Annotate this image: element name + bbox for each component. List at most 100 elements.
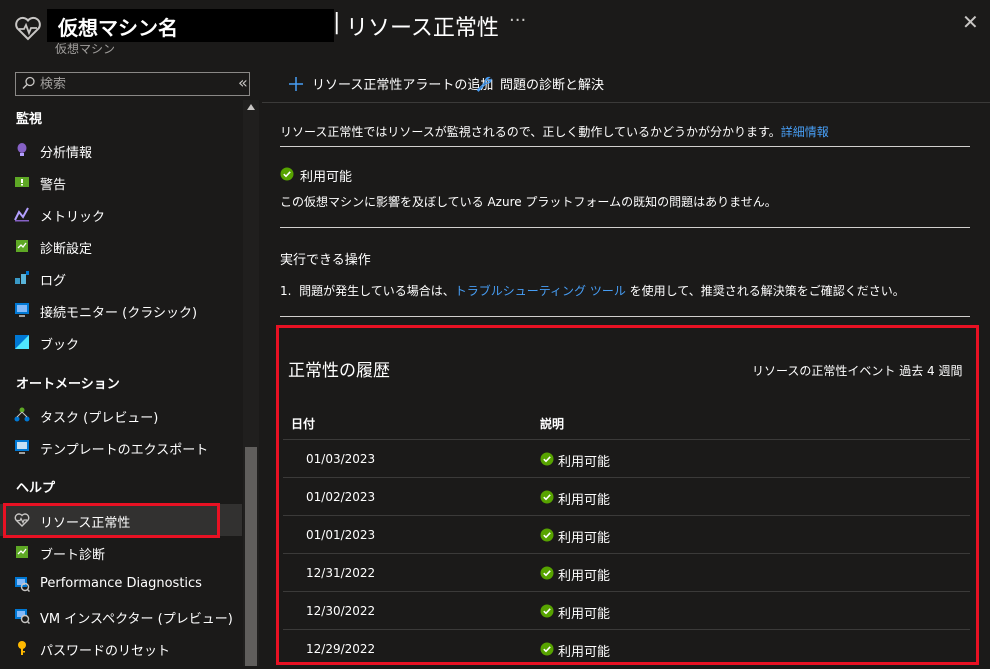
action-item: 1. 問題が発生している場合は、トラブルシューティング ツール を使用して、推奨… xyxy=(280,282,905,299)
wrench-icon xyxy=(476,76,492,92)
action-suffix: を使用して、推奨される解決策をご確認ください。 xyxy=(625,284,905,298)
boot-diagnostics-icon xyxy=(16,546,28,558)
scroll-up-arrow-icon[interactable] xyxy=(247,104,255,110)
workbook-icon xyxy=(15,335,29,349)
row-status: 利用可能 xyxy=(558,645,611,660)
vm-name: 仮想マシン名 xyxy=(58,16,178,40)
collapse-sidebar-button[interactable]: « xyxy=(238,73,248,92)
search-input[interactable] xyxy=(40,74,240,94)
resource-health-icon xyxy=(15,16,41,41)
available-check-icon xyxy=(540,642,554,656)
vm-inspector-icon xyxy=(15,609,30,624)
page-title: リソース正常性 xyxy=(346,16,499,41)
sidebar-item-reset-password[interactable]: パスワードのリセット xyxy=(0,632,242,664)
action-prefix: 1. 問題が発生している場合は、 xyxy=(280,284,455,298)
sidebar-item-label: メトリック xyxy=(40,210,106,225)
sidebar-item-alerts[interactable]: 警告 xyxy=(0,166,242,198)
sidebar-item-performance-diagnostics[interactable]: Performance Diagnostics xyxy=(0,568,242,600)
actions-title: 実行できる操作 xyxy=(280,253,371,268)
sidebar-item-label: テンプレートのエクスポート xyxy=(40,443,209,458)
section-automation-header: オートメーション xyxy=(16,377,120,392)
troubleshooting-tools-link[interactable]: トラブルシューティング ツール xyxy=(455,284,626,298)
sidebar-item-label: ブート診断 xyxy=(40,548,106,563)
sidebar-item-label: 接続モニター (クラシック) xyxy=(40,306,198,321)
intro-text: リソース正常性ではリソースが監視されるので、正しく動作しているかどうかが分かりま… xyxy=(280,123,829,140)
row-divider xyxy=(283,477,970,478)
row-divider xyxy=(283,439,970,440)
table-row[interactable]: 01/02/2023 利用可能 xyxy=(283,479,970,517)
sidebar-item-label: Performance Diagnostics xyxy=(40,576,202,591)
available-check-icon xyxy=(540,490,554,504)
diagnose-and-solve-label: 問題の診断と解決 xyxy=(500,78,605,93)
add-health-alert-button[interactable]: リソース正常性アラートの追加 xyxy=(288,74,493,93)
logs-icon xyxy=(15,271,29,284)
health-history-title: 正常性の履歴 xyxy=(288,361,390,381)
more-options-button[interactable]: ··· xyxy=(509,10,526,31)
current-status: 利用可能 xyxy=(300,170,353,185)
divider xyxy=(280,146,970,147)
toolbar-divider xyxy=(262,102,990,103)
tasks-icon xyxy=(14,407,30,422)
sidebar-item-vm-inspector[interactable]: VM インスペクター (プレビュー) xyxy=(0,600,242,632)
row-divider xyxy=(283,553,970,554)
add-health-alert-label: リソース正常性アラートの追加 xyxy=(312,78,494,93)
row-date: 12/31/2022 xyxy=(306,566,376,580)
resource-type-subtitle: 仮想マシン xyxy=(55,42,116,56)
scrollbar-thumb[interactable] xyxy=(245,447,257,666)
column-header-date: 日付 xyxy=(291,417,316,431)
table-row[interactable]: 01/03/2023 利用可能 xyxy=(283,441,970,479)
section-help-header: ヘルプ xyxy=(16,481,56,496)
available-check-icon xyxy=(540,528,554,542)
section-monitoring-header: 監視 xyxy=(16,112,43,127)
sidebar-item-export-template[interactable]: テンプレートのエクスポート xyxy=(0,431,242,463)
sidebar-item-label: パスワードのリセット xyxy=(40,644,171,659)
sidebar-item-boot-diagnostics[interactable]: ブート診断 xyxy=(0,536,242,568)
table-row[interactable]: 12/31/2022 利用可能 xyxy=(283,555,970,593)
row-status: 利用可能 xyxy=(558,493,611,508)
row-status: 利用可能 xyxy=(558,455,611,470)
row-divider xyxy=(283,591,970,592)
health-history-range: リソースの正常性イベント 過去 4 週間 xyxy=(752,364,963,378)
sidebar-item-logs[interactable]: ログ xyxy=(0,262,242,294)
search-icon xyxy=(22,76,35,90)
sidebar-item-label: ログ xyxy=(40,274,67,289)
close-button[interactable]: ✕ xyxy=(962,12,979,32)
sidebar-item-diagnostic-settings[interactable]: 診断設定 xyxy=(0,230,242,262)
sidebar-item-label: 分析情報 xyxy=(40,146,93,161)
sidebar-item-connection-monitor[interactable]: 接続モニター (クラシック) xyxy=(0,294,242,326)
row-status: 利用可能 xyxy=(558,531,611,546)
row-date: 01/03/2023 xyxy=(306,452,376,466)
table-row[interactable]: 12/29/2022 利用可能 xyxy=(283,631,970,669)
status-description: この仮想マシンに影響を及ぼしている Azure プラットフォームの既知の問題はあ… xyxy=(280,195,777,209)
table-row[interactable]: 12/30/2022 利用可能 xyxy=(283,593,970,631)
available-check-icon xyxy=(540,452,554,466)
connection-monitor-icon xyxy=(15,303,29,317)
diagnose-and-solve-button[interactable]: 問題の診断と解決 xyxy=(476,74,604,93)
metrics-icon xyxy=(14,207,29,222)
row-divider xyxy=(283,629,970,630)
row-status: 利用可能 xyxy=(558,607,611,622)
divider xyxy=(280,227,970,228)
available-check-icon xyxy=(540,566,554,580)
intro-text-body: リソース正常性ではリソースが監視されるので、正しく動作しているかどうかが分かりま… xyxy=(280,125,781,139)
key-icon xyxy=(18,641,26,655)
performance-diagnostics-icon xyxy=(15,577,30,592)
row-divider xyxy=(283,515,970,516)
row-date: 01/01/2023 xyxy=(306,528,376,542)
plus-icon xyxy=(289,76,303,91)
sidebar-item-tasks[interactable]: タスク (プレビュー) xyxy=(0,399,242,431)
sidebar-item-label: 診断設定 xyxy=(40,242,93,257)
row-status: 利用可能 xyxy=(558,569,611,584)
sidebar-item-label: タスク (プレビュー) xyxy=(40,411,159,426)
sidebar-item-insights[interactable]: 分析情報 xyxy=(0,134,242,166)
learn-more-link[interactable]: 詳細情報 xyxy=(781,125,829,139)
export-template-icon xyxy=(15,440,29,454)
column-header-description: 説明 xyxy=(540,417,565,431)
available-check-icon xyxy=(280,167,294,181)
sidebar-item-label: 警告 xyxy=(40,178,67,193)
diagnostic-settings-icon xyxy=(16,240,28,252)
table-row[interactable]: 01/01/2023 利用可能 xyxy=(283,517,970,555)
row-date: 12/29/2022 xyxy=(306,642,376,656)
sidebar-item-metrics[interactable]: メトリック xyxy=(0,198,242,230)
sidebar-item-workbooks[interactable]: ブック xyxy=(0,326,242,358)
